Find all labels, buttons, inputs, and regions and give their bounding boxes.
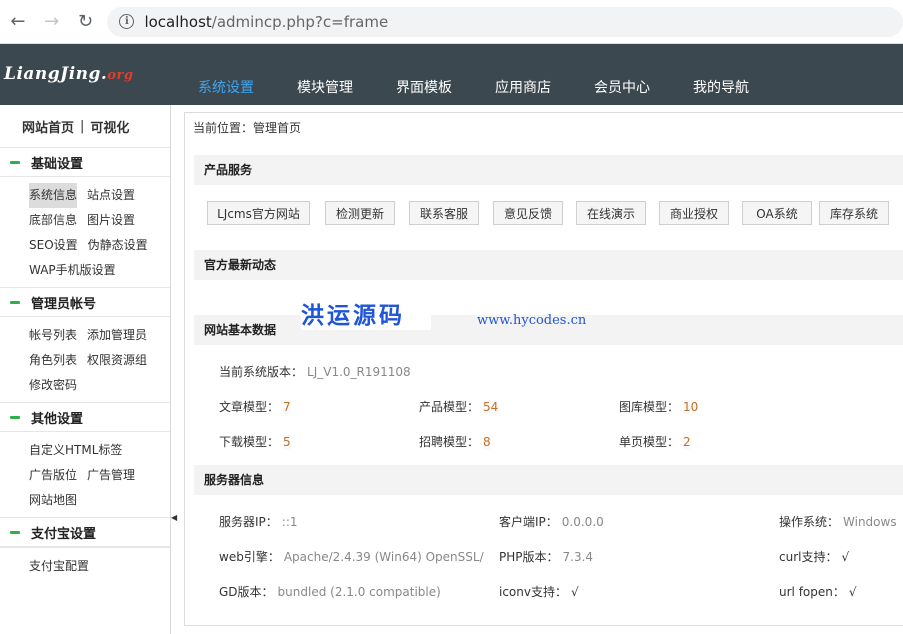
commercial-license-button[interactable]: 商业授权 [659,201,729,225]
group-admin-accounts[interactable]: 管理员帐号 [0,287,170,317]
topnav-my-navigation[interactable]: 我的导航 [681,44,761,105]
sidebar-item-ad-slots[interactable]: 广告版位 [29,463,77,488]
sidebar-separator: | [80,118,85,134]
sidebar-item-rewrite-settings[interactable]: 伪静态设置 [88,233,148,258]
download-model-stat: 下载模型： 5 [219,435,291,449]
reload-icon[interactable]: ↻ [70,6,102,38]
topnav-app-store[interactable]: 应用商店 [483,44,563,105]
server-ip-row: 服务器IP：::1 [219,515,298,529]
group-other-settings[interactable]: 其他设置 [0,402,170,432]
breadcrumb: 当前位置：管理首页 [193,121,302,135]
product-model-stat: 产品模型： 54 [419,400,499,414]
php-version-row: PHP版本： 7.3.4 [499,550,594,564]
back-arrow-icon[interactable]: ← [2,6,34,38]
oa-system-button[interactable]: OA系统 [742,201,812,225]
collapse-minus-icon [10,415,20,419]
url-fopen-row: url fopen： √ [779,585,857,599]
sidebar-item-account-list[interactable]: 帐号列表 [29,323,77,348]
collapse-minus-icon [10,530,20,534]
app-header: LiangJing.org 系统设置 模块管理 界面模板 应用商店 会员中心 我… [0,44,903,105]
sidebar-item-ad-management[interactable]: 广告管理 [87,463,135,488]
logo[interactable]: LiangJing.org [4,64,133,84]
sidebar-home-row: 网站首页 | 可视化 [0,105,170,147]
curl-support-row: curl支持： √ [779,550,850,564]
gd-version-row: GD版本： bundled (2.1.0 compatible) [219,585,441,599]
system-version-row: 当前系统版本： LJ_V1.0_R191108 [219,365,411,379]
forward-arrow-icon[interactable]: → [36,6,68,38]
sidebar-item-role-list[interactable]: 角色列表 [29,348,77,373]
sidebar-item-image-settings[interactable]: 图片设置 [87,208,135,233]
sidebar-item-add-admin[interactable]: 添加管理员 [87,323,147,348]
sidebar-item-custom-html-tags[interactable]: 自定义HTML标签 [29,438,122,463]
sidebar-item-alipay-config[interactable]: 支付宝配置 [29,554,89,579]
topnav-member-center[interactable]: 会员中心 [582,44,662,105]
watermark-url: www.hycodes.cn [477,313,587,328]
sidebar-item-sitemap[interactable]: 网站地图 [29,488,77,513]
client-ip-row: 客户端IP： 0.0.0.0 [499,515,604,529]
address-bar[interactable]: i localhost/admincp.php?c=frame [107,6,903,37]
collapse-minus-icon [10,160,20,164]
os-row: 操作系统： Windows [779,515,897,529]
section-server-info: 服务器信息 [194,465,903,495]
group-basic-settings[interactable]: 基础设置 [0,147,170,177]
section-official-news: 官方最新动态 [194,250,903,280]
topnav-interface-templates[interactable]: 界面模板 [384,44,464,105]
browser-toolbar: ← → ↻ i localhost/admincp.php?c=frame [0,0,903,44]
group-alipay-settings[interactable]: 支付宝设置 [0,517,170,547]
group-admin-accounts-items: 帐号列表 添加管理员 角色列表 权限资源组 修改密码 [0,317,170,402]
group-other-settings-items: 自定义HTML标签 广告版位 广告管理 网站地图 [0,432,170,517]
check-update-button[interactable]: 检测更新 [325,201,395,225]
recruit-model-stat: 招聘模型： 8 [419,435,491,449]
article-model-stat: 文章模型： 7 [219,400,291,414]
sidebar-item-change-password[interactable]: 修改密码 [29,373,77,398]
top-navigation: 系统设置 模块管理 界面模板 应用商店 会员中心 我的导航 [186,44,780,105]
iconv-support-row: iconv支持： √ [499,585,579,599]
gallery-model-stat: 图库模型： 10 [619,400,699,414]
topnav-module-management[interactable]: 模块管理 [285,44,365,105]
visual-edit-link[interactable]: 可视化 [90,117,129,136]
sidebar-item-seo-settings[interactable]: SEO设置 [29,233,78,258]
site-home-link[interactable]: 网站首页 [22,117,74,136]
collapse-minus-icon [10,300,20,304]
main-content: 当前位置：管理首页 产品服务 LJcms官方网站 检测更新 联系客服 意见反馈 … [184,112,903,626]
topnav-system-settings[interactable]: 系统设置 [186,44,266,105]
url-text[interactable]: localhost/admincp.php?c=frame [144,13,388,31]
ljcms-website-button[interactable]: LJcms官方网站 [207,201,310,225]
contact-support-button[interactable]: 联系客服 [409,201,479,225]
system-version-value: LJ_V1.0_R191108 [307,365,411,379]
sidebar-item-site-settings[interactable]: 站点设置 [87,183,135,208]
sidebar: 网站首页 | 可视化 基础设置 系统信息 站点设置 底部信息 图片设置 SEO设… [0,105,171,634]
sidebar-item-system-info[interactable]: 系统信息 [29,183,78,208]
sidebar-item-permission-groups[interactable]: 权限资源组 [87,348,147,373]
sidebar-item-wap-settings[interactable]: WAP手机版设置 [29,258,116,283]
inventory-system-button[interactable]: 库存系统 [819,201,889,225]
feedback-button[interactable]: 意见反馈 [493,201,563,225]
watermark-text: 洪运源码 [301,296,431,330]
online-demo-button[interactable]: 在线演示 [576,201,646,225]
sidebar-collapse-arrow-icon[interactable]: ◀ [171,512,177,524]
section-product-services: 产品服务 [194,155,903,185]
info-icon[interactable]: i [119,14,135,29]
web-engine-row: web引擎： Apache/2.4.39 (Win64) OpenSSL/ [219,550,484,564]
sidebar-item-footer-info[interactable]: 底部信息 [29,208,77,233]
group-alipay-settings-items: 支付宝配置 [0,547,170,583]
page-model-stat: 单页模型： 2 [619,435,691,449]
group-basic-settings-items: 系统信息 站点设置 底部信息 图片设置 SEO设置 伪静态设置 WAP手机版设置 [0,177,170,287]
